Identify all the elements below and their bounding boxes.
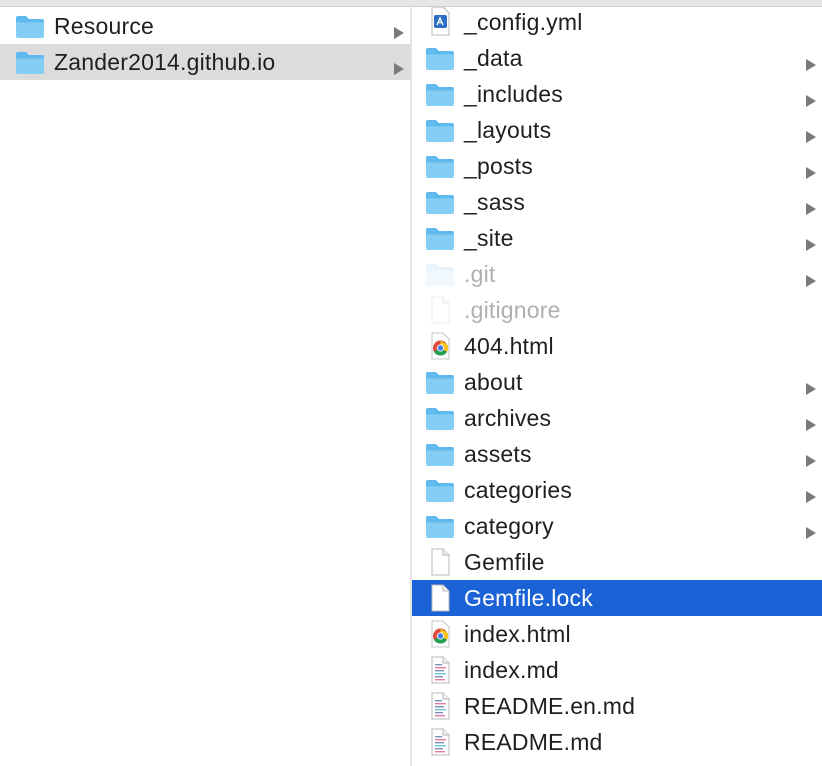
file-item[interactable]: archives <box>412 400 822 436</box>
disclosure-arrow-icon <box>804 483 818 503</box>
item-label: index.md <box>464 657 559 683</box>
folder-icon <box>424 43 456 73</box>
file-item[interactable]: _site <box>412 220 822 256</box>
disclosure-arrow-icon <box>804 159 818 179</box>
disclosure-arrow-icon <box>392 19 406 39</box>
yml-file-icon <box>424 6 456 37</box>
disclosure-arrow-icon <box>804 231 818 251</box>
item-label: about <box>464 369 523 395</box>
folder-icon <box>424 223 456 253</box>
item-label: _config.yml <box>464 9 583 35</box>
item-label: _site <box>464 225 514 251</box>
disclosure-arrow-icon <box>804 267 818 287</box>
file-item[interactable]: _data <box>412 40 822 76</box>
disclosure-arrow-icon <box>804 51 818 71</box>
item-label: Gemfile <box>464 549 545 575</box>
folder-icon <box>424 187 456 217</box>
disclosure-arrow-icon <box>392 55 406 75</box>
item-label: Gemfile.lock <box>464 585 593 611</box>
file-item[interactable]: Gemfile.lock <box>412 580 822 616</box>
folder-icon <box>424 511 456 541</box>
item-label: _sass <box>464 189 526 215</box>
chrome-html-icon <box>424 619 456 649</box>
item-label: categories <box>464 477 573 503</box>
file-item[interactable]: category <box>412 508 822 544</box>
item-label: README.md <box>464 729 603 755</box>
disclosure-arrow-icon <box>804 375 818 395</box>
document-icon <box>424 583 456 613</box>
folder-icon <box>424 79 456 109</box>
item-label: index.html <box>464 621 571 647</box>
disclosure-arrow-icon <box>804 519 818 539</box>
folder-icon <box>424 403 456 433</box>
file-item[interactable]: README.md <box>412 724 822 760</box>
file-item[interactable]: _config.yml <box>412 6 822 40</box>
folder-icon <box>424 439 456 469</box>
markdown-file-icon <box>424 727 456 757</box>
folder-icon <box>424 151 456 181</box>
file-item[interactable]: about <box>412 364 822 400</box>
folder-icon <box>424 259 456 289</box>
markdown-file-icon <box>424 691 456 721</box>
folder-icon <box>14 11 46 41</box>
file-item[interactable]: README.en.md <box>412 688 822 724</box>
file-item[interactable]: .git <box>412 256 822 292</box>
file-item[interactable]: .gitignore <box>412 292 822 328</box>
chrome-html-icon <box>424 331 456 361</box>
item-label: _data <box>464 45 523 71</box>
file-item[interactable]: _posts <box>412 148 822 184</box>
item-label: _includes <box>464 81 563 107</box>
item-label: .gitignore <box>464 297 561 323</box>
folder-icon <box>424 475 456 505</box>
item-label: README.en.md <box>464 693 636 719</box>
file-item[interactable]: 404.html <box>412 328 822 364</box>
disclosure-arrow-icon <box>804 195 818 215</box>
item-label: 404.html <box>464 333 554 359</box>
file-item[interactable]: _includes <box>412 76 822 112</box>
parent-item[interactable]: Zander2014.github.io <box>0 44 410 80</box>
file-item[interactable]: Gemfile <box>412 544 822 580</box>
item-label: Resource <box>54 13 155 39</box>
file-item[interactable]: categories <box>412 472 822 508</box>
disclosure-arrow-icon <box>804 411 818 431</box>
item-label: .git <box>464 261 496 287</box>
folder-icon <box>424 367 456 397</box>
file-item[interactable]: _layouts <box>412 112 822 148</box>
file-item[interactable]: assets <box>412 436 822 472</box>
finder-column-parent[interactable]: Resource Zander2014.github.io <box>0 6 410 766</box>
file-item[interactable]: index.html <box>412 616 822 652</box>
item-label: assets <box>464 441 532 467</box>
item-label: _layouts <box>464 117 552 143</box>
document-icon <box>424 295 456 325</box>
disclosure-arrow-icon <box>804 447 818 467</box>
disclosure-arrow-icon <box>804 123 818 143</box>
folder-icon <box>424 115 456 145</box>
finder-column-contents[interactable]: _config.yml _data _includes _layouts _posts _… <box>412 6 822 766</box>
item-label: Zander2014.github.io <box>54 49 276 75</box>
parent-item[interactable]: Resource <box>0 8 410 44</box>
markdown-file-icon <box>424 655 456 685</box>
item-label: _posts <box>464 153 533 179</box>
file-item[interactable]: _sass <box>412 184 822 220</box>
file-item[interactable]: index.md <box>412 652 822 688</box>
document-icon <box>424 547 456 577</box>
item-label: category <box>464 513 554 539</box>
disclosure-arrow-icon <box>804 87 818 107</box>
item-label: archives <box>464 405 552 431</box>
folder-icon <box>14 47 46 77</box>
